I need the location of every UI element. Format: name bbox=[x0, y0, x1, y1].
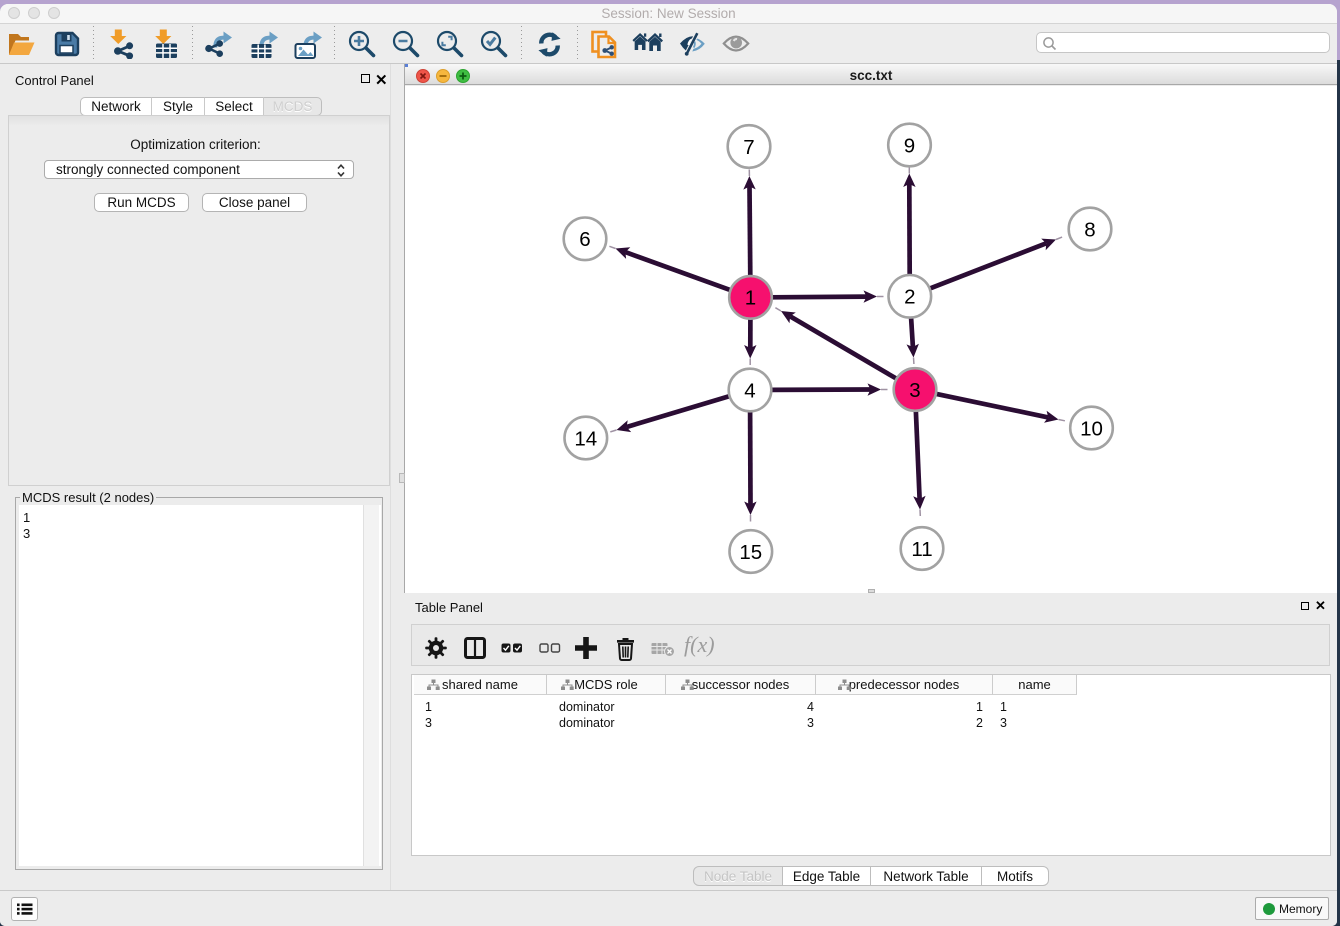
svg-text:10: 10 bbox=[1080, 417, 1103, 440]
svg-text:6: 6 bbox=[579, 228, 590, 251]
svg-text:9: 9 bbox=[904, 134, 915, 157]
svg-text:14: 14 bbox=[574, 427, 597, 450]
svg-text:11: 11 bbox=[911, 538, 932, 561]
svg-text:8: 8 bbox=[1084, 218, 1095, 241]
svg-text:4: 4 bbox=[744, 379, 755, 402]
svg-text:1: 1 bbox=[745, 287, 756, 310]
svg-text:2: 2 bbox=[904, 286, 915, 309]
svg-text:15: 15 bbox=[739, 541, 762, 564]
svg-text:7: 7 bbox=[743, 136, 754, 159]
svg-text:3: 3 bbox=[909, 379, 920, 402]
